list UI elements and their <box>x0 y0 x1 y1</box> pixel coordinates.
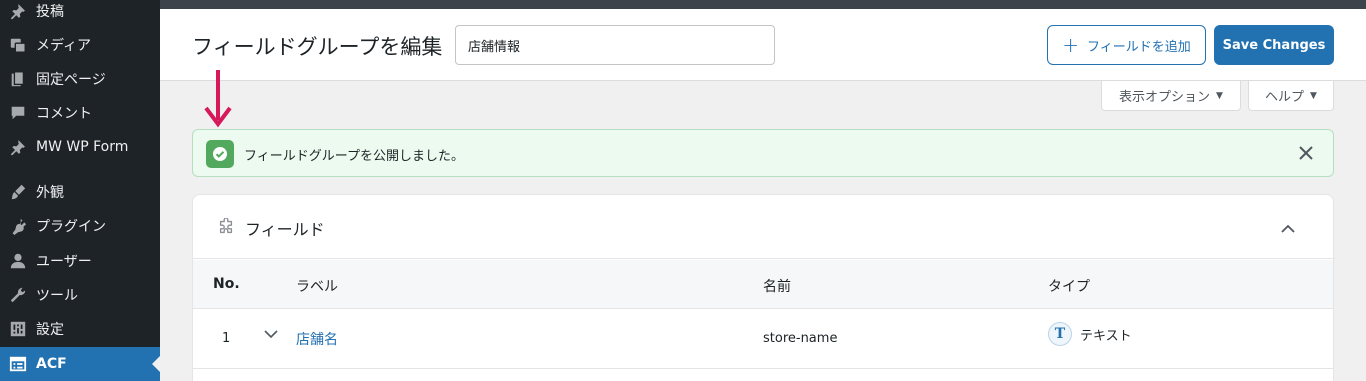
settings-icon <box>8 319 28 339</box>
column-no: No. <box>213 276 240 292</box>
notice-message: フィールドグループを公開しました。 <box>244 149 464 164</box>
help-button[interactable]: ヘルプ ▼ <box>1248 81 1334 111</box>
puzzle-icon <box>217 217 235 240</box>
page-title: フィールドグループを編集 <box>192 35 443 59</box>
fields-panel-header[interactable]: フィールド <box>193 195 1335 259</box>
column-name: 名前 <box>763 279 791 295</box>
admin-sidebar: 投稿 メディア 固定ページ コメント MW WP Form 外観 プラグイン ユ… <box>0 0 160 381</box>
sidebar-item-label: 外観 <box>36 185 64 201</box>
fields-panel-title: フィールド <box>245 220 325 239</box>
save-changes-button[interactable]: Save Changes <box>1214 25 1334 65</box>
sidebar-item-label: 設定 <box>36 322 64 338</box>
fields-panel: フィールド No. ラベル 名前 タイプ 1 店舗名 store-name T … <box>192 194 1335 381</box>
field-name: store-name <box>763 331 838 346</box>
page-icon <box>8 69 28 89</box>
admin-bar <box>160 0 1366 9</box>
caret-down-icon: ▼ <box>1310 90 1317 101</box>
sidebar-item-plugins[interactable]: プラグイン <box>0 209 160 243</box>
sidebar-item-mw-wp-form[interactable]: MW WP Form <box>0 130 160 164</box>
sidebar-item-appearance[interactable]: 外観 <box>0 175 160 209</box>
field-type-label: テキスト <box>1080 328 1132 344</box>
table-row[interactable]: 1 店舗名 store-name T テキスト <box>193 309 1333 369</box>
sidebar-item-label: ACF <box>36 356 67 372</box>
user-icon <box>8 251 28 271</box>
field-type: T テキスト <box>1048 322 1132 346</box>
active-indicator <box>152 356 160 372</box>
annotation-arrow-icon <box>200 70 236 132</box>
sidebar-item-pages[interactable]: 固定ページ <box>0 62 160 96</box>
column-type: タイプ <box>1048 279 1090 295</box>
field-group-title-input[interactable] <box>455 25 775 65</box>
sidebar-item-settings[interactable]: 設定 <box>0 312 160 346</box>
help-label: ヘルプ <box>1265 90 1305 105</box>
media-icon <box>8 35 28 55</box>
plus-icon: + <box>1062 33 1079 57</box>
caret-down-icon: ▼ <box>1216 90 1223 101</box>
fields-table-header: No. ラベル 名前 タイプ <box>193 260 1333 309</box>
sidebar-item-label: 投稿 <box>36 4 64 20</box>
chevron-down-icon[interactable] <box>264 327 278 343</box>
sidebar-item-users[interactable]: ユーザー <box>0 244 160 278</box>
column-label: ラベル <box>296 279 338 295</box>
sidebar-item-tools[interactable]: ツール <box>0 278 160 312</box>
close-icon[interactable] <box>1297 144 1315 162</box>
sidebar-item-label: 固定ページ <box>36 72 106 88</box>
add-field-label: フィールドを追加 <box>1087 39 1191 55</box>
sidebar-item-label: MW WP Form <box>36 139 129 155</box>
sidebar-item-media[interactable]: メディア <box>0 28 160 62</box>
sidebar-item-comments[interactable]: コメント <box>0 96 160 130</box>
plugin-icon <box>8 216 28 236</box>
sidebar-item-label: コメント <box>36 106 92 122</box>
wrench-icon <box>8 285 28 305</box>
check-circle-icon <box>206 140 234 168</box>
acf-icon <box>8 354 28 374</box>
text-type-icon: T <box>1048 322 1072 346</box>
success-notice: フィールドグループを公開しました。 <box>192 129 1334 177</box>
brush-icon <box>8 182 28 202</box>
chevron-up-icon[interactable] <box>1281 219 1295 238</box>
sidebar-item-label: メディア <box>36 38 92 54</box>
sidebar-item-label: ツール <box>36 288 78 304</box>
page-header: フィールドグループを編集 + フィールドを追加 Save Changes <box>160 9 1366 81</box>
screen-options-button[interactable]: 表示オプション ▼ <box>1101 81 1241 111</box>
screen-options-label: 表示オプション <box>1119 90 1211 105</box>
sidebar-item-acf[interactable]: ACF <box>0 347 160 381</box>
sidebar-item-posts[interactable]: 投稿 <box>0 0 160 28</box>
field-order-number: 1 <box>222 331 231 346</box>
sidebar-item-label: プラグイン <box>36 219 106 235</box>
pin-icon <box>8 1 28 21</box>
add-field-button[interactable]: + フィールドを追加 <box>1047 25 1206 65</box>
sidebar-item-label: ユーザー <box>36 254 92 270</box>
field-label-link[interactable]: 店舗名 <box>296 329 338 349</box>
comment-icon <box>8 103 28 123</box>
pin-icon <box>8 137 28 157</box>
